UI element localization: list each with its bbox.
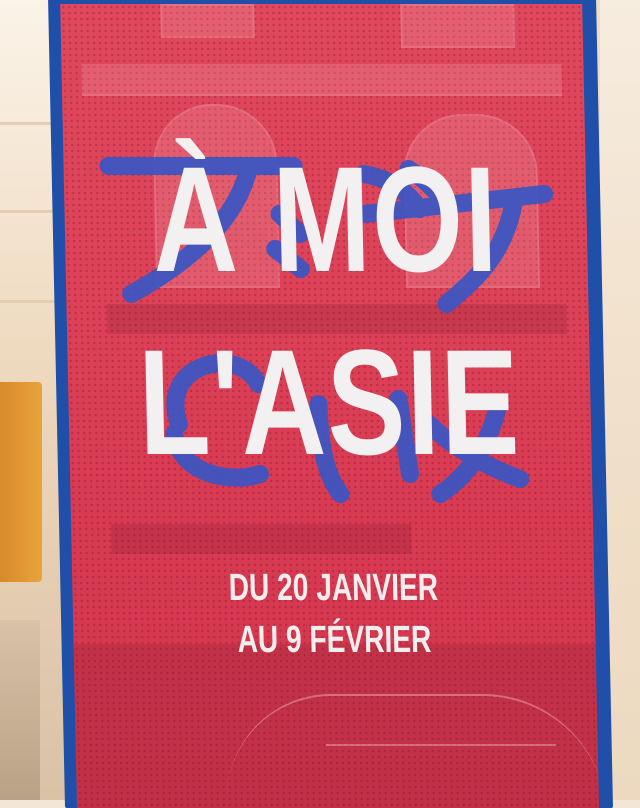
car-reflection-line (325, 744, 556, 746)
event-dates-start: DU 20 JANVIER (228, 567, 439, 609)
poster-title-line-1: À MOI (151, 135, 501, 303)
car-reflection (224, 694, 600, 808)
shop-counter (0, 620, 40, 800)
orange-display-panel (0, 382, 42, 582)
poster-title-line-2: L'ASIE (136, 318, 523, 486)
poster-banner: À MOI L'ASIE DU 20 JANVIER AU 9 FÉVRIER (48, 0, 614, 808)
poster-face: À MOI L'ASIE DU 20 JANVIER AU 9 FÉVRIER (60, 4, 600, 808)
event-dates-end: AU 9 FÉVRIER (237, 619, 432, 661)
